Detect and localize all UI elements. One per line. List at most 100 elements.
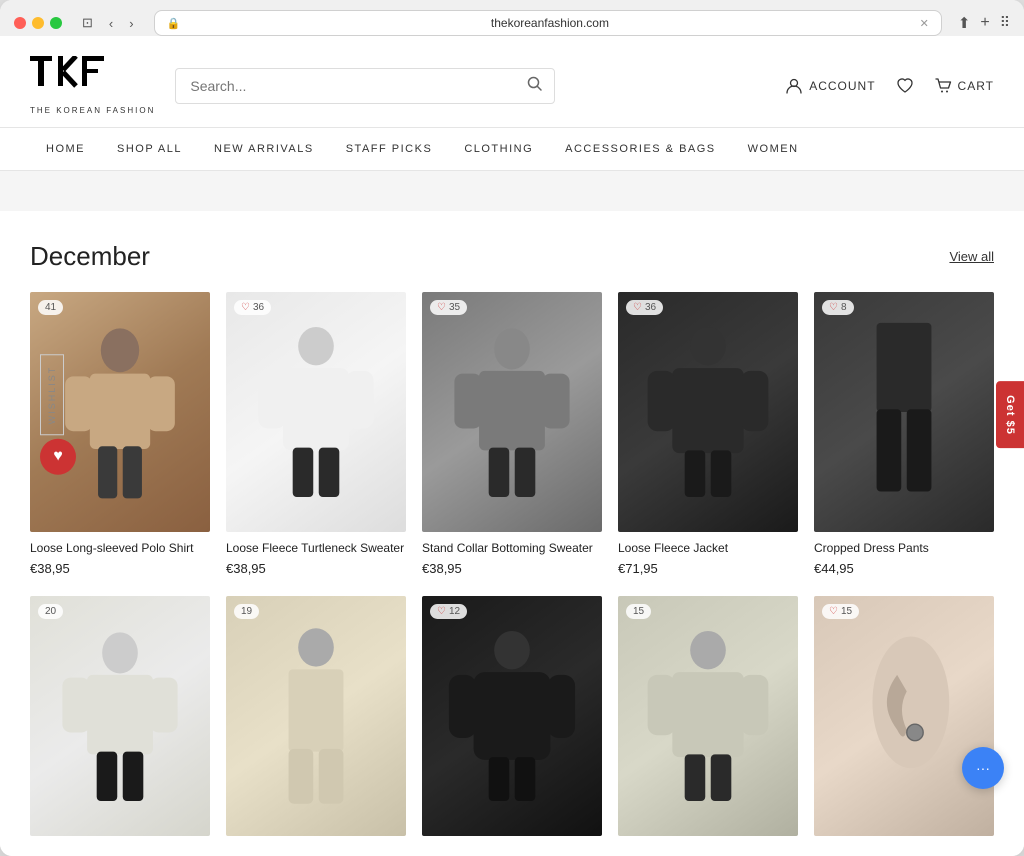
wishlist-badge-2: ♡ 36: [234, 300, 271, 315]
wishlist-badge-4: ♡ 36: [626, 300, 663, 315]
nav-new-arrivals[interactable]: NEW ARRIVALS: [198, 128, 330, 170]
product-figure-2: [226, 292, 406, 532]
wishlist-count-8: 12: [449, 606, 460, 617]
promo-button[interactable]: Get $5: [996, 381, 1024, 449]
close-tab-icon[interactable]: ✕: [920, 17, 929, 30]
nav-clothing[interactable]: CLOTHING: [448, 128, 549, 170]
product-card-2[interactable]: ♡ 36: [226, 292, 406, 576]
product-card-9[interactable]: 15: [618, 596, 798, 836]
wishlist-count-1: 41: [45, 302, 56, 313]
product-image-2: ♡ 36: [226, 292, 406, 532]
view-all-link[interactable]: View all: [949, 249, 994, 264]
forward-button[interactable]: ›: [125, 14, 137, 33]
hero-banner: [0, 171, 1024, 211]
product-price-1: €38,95: [30, 561, 210, 576]
site-content: The Korean Fashion: [0, 44, 1024, 856]
product-card-6[interactable]: 20: [30, 596, 210, 836]
product-silhouette-2: [244, 316, 388, 508]
window-layout-icon[interactable]: ⊡: [78, 13, 97, 33]
minimize-button[interactable]: [32, 17, 44, 29]
header-actions: ACCOUNT CART: [785, 77, 994, 95]
product-card-10[interactable]: ♡ 15: [814, 596, 994, 836]
close-button[interactable]: [14, 17, 26, 29]
new-tab-icon[interactable]: +: [980, 14, 989, 32]
product-image-5: ♡ 8: [814, 292, 994, 532]
product-price-4: €71,95: [618, 561, 798, 576]
product-figure-4: [618, 292, 798, 532]
product-name-5: Cropped Dress Pants: [814, 540, 994, 557]
product-grid-row2: 20: [30, 596, 994, 836]
site-header: The Korean Fashion: [0, 44, 1024, 128]
search-button[interactable]: [527, 76, 543, 96]
product-name-2: Loose Fleece Turtleneck Sweater: [226, 540, 406, 557]
wishlist-count-4: 36: [645, 302, 656, 313]
share-icon[interactable]: ⬆: [958, 14, 971, 32]
logo-svg: [30, 56, 110, 98]
section-header: December View all: [30, 241, 994, 272]
url-display[interactable]: thekoreanfashion.com: [186, 16, 913, 30]
product-image-7: 19: [226, 596, 406, 836]
product-price-2: €38,95: [226, 561, 406, 576]
wishlist-badge-1: 41: [38, 300, 63, 315]
search-bar: [175, 68, 555, 104]
logo-text: The Korean Fashion: [30, 106, 155, 115]
product-figure-10: [814, 596, 994, 836]
wishlist-badge-10: ♡ 15: [822, 604, 859, 619]
search-icon: [527, 76, 543, 92]
product-figure-9: [618, 596, 798, 836]
search-input[interactable]: [175, 68, 555, 104]
account-icon: [785, 77, 803, 95]
wishlist-badge-7: 19: [234, 604, 259, 619]
wishlist-link[interactable]: [896, 77, 914, 95]
product-figure-7: [226, 596, 406, 836]
product-figure-3: [422, 292, 602, 532]
product-silhouette-6: [48, 620, 192, 812]
cart-icon: [934, 77, 952, 95]
browser-controls: ⊡ ‹ ›: [78, 13, 138, 33]
product-name-1: Loose Long-sleeved Polo Shirt: [30, 540, 210, 557]
product-silhouette-9: [636, 620, 780, 812]
product-image-9: 15: [618, 596, 798, 836]
address-bar[interactable]: 🔒 thekoreanfashion.com ✕: [154, 10, 942, 36]
product-card-3[interactable]: ♡ 35: [422, 292, 602, 576]
logo[interactable]: The Korean Fashion: [30, 56, 155, 115]
product-image-6: 20: [30, 596, 210, 836]
product-card-4[interactable]: ♡ 36: [618, 292, 798, 576]
nav-staff-picks[interactable]: STAFF PICKS: [330, 128, 449, 170]
cart-link[interactable]: CART: [934, 77, 994, 95]
nav-accessories-bags[interactable]: ACCESSORIES & BAGS: [549, 128, 731, 170]
browser-titlebar: ⊡ ‹ › 🔒 thekoreanfashion.com ✕ ⬆ + ⠿: [14, 10, 1010, 36]
account-label: ACCOUNT: [809, 79, 875, 93]
account-link[interactable]: ACCOUNT: [785, 77, 875, 95]
wishlist-count-6: 20: [45, 606, 56, 617]
chat-button[interactable]: ···: [962, 747, 1004, 789]
wishlist-heart-button[interactable]: ♥: [40, 439, 76, 475]
product-price-5: €44,95: [814, 561, 994, 576]
product-image-10: ♡ 15: [814, 596, 994, 836]
cart-label: CART: [958, 79, 994, 93]
wishlist-badge-8: ♡ 12: [430, 604, 467, 619]
section-title: December: [30, 241, 150, 272]
wishlist-tab[interactable]: WISHLIST: [40, 354, 64, 435]
wishlist-badge-5: ♡ 8: [822, 300, 854, 315]
product-silhouette-5: [832, 316, 976, 508]
wishlist-sidebar: WISHLIST ♥: [40, 354, 76, 475]
wishlist-heart-8: ♡: [437, 606, 446, 617]
product-card-7[interactable]: 19: [226, 596, 406, 836]
wishlist-heart-4: ♡: [633, 302, 642, 313]
nav-women[interactable]: WOMEN: [732, 128, 815, 170]
product-silhouette-3: [440, 316, 584, 508]
chat-icon: ···: [976, 760, 990, 776]
product-figure-5: [814, 292, 994, 532]
product-card-5[interactable]: ♡ 8 Cropped Dress Pants €44,95: [814, 292, 994, 576]
back-button[interactable]: ‹: [105, 14, 117, 33]
grid-icon[interactable]: ⠿: [1000, 14, 1010, 32]
wishlist-count-2: 36: [253, 302, 264, 313]
nav-home[interactable]: HOME: [30, 128, 101, 170]
product-card-8[interactable]: ♡ 12: [422, 596, 602, 836]
maximize-button[interactable]: [50, 17, 62, 29]
wishlist-heart-2: ♡: [241, 302, 250, 313]
nav-shop-all[interactable]: SHOP ALL: [101, 128, 198, 170]
browser-actions: ⬆ + ⠿: [958, 14, 1010, 32]
product-price-3: €38,95: [422, 561, 602, 576]
